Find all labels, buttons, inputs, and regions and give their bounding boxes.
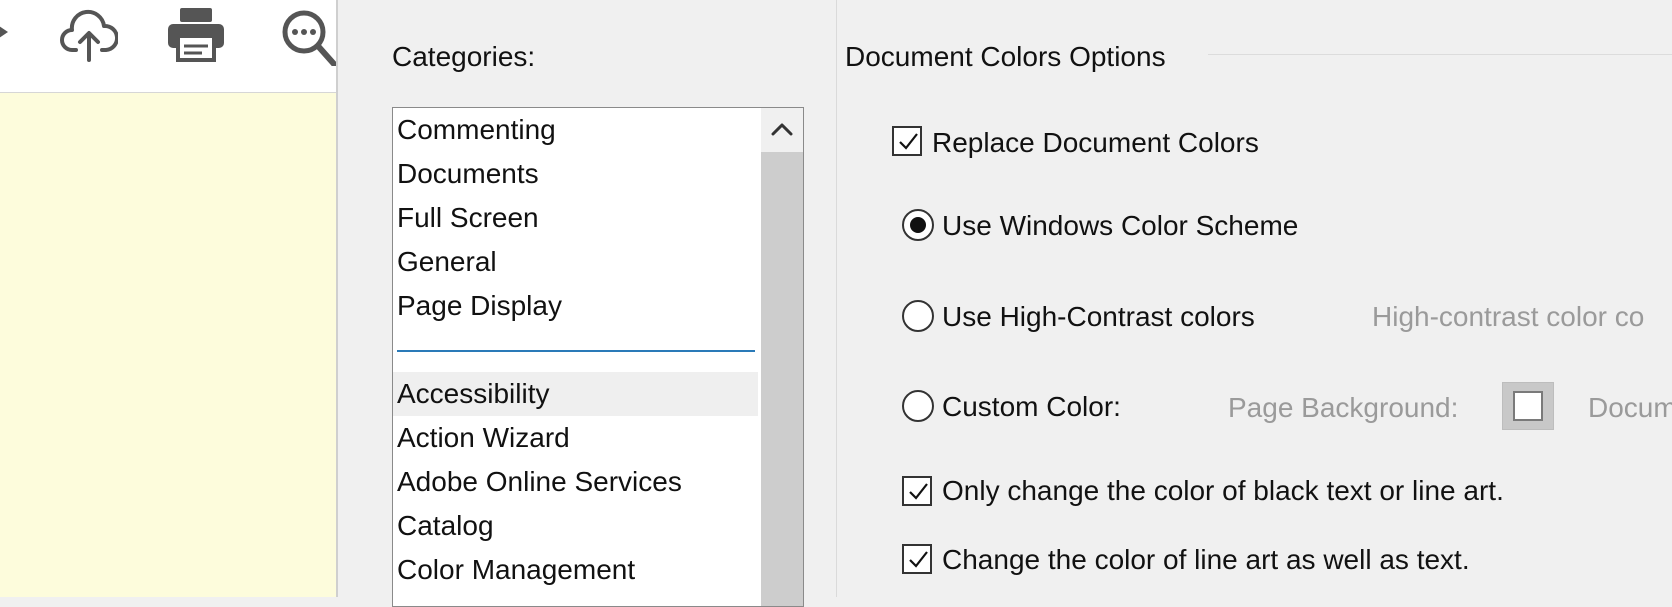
windows-color-scheme-radio[interactable] — [902, 209, 934, 241]
line-art-checkbox[interactable] — [902, 544, 932, 574]
check-icon — [909, 483, 928, 500]
windows-color-scheme-label[interactable]: Use Windows Color Scheme — [942, 209, 1298, 243]
high-contrast-colors-radio[interactable] — [902, 300, 934, 332]
document-text-label: Docum — [1588, 392, 1672, 423]
viewer-toolbar — [0, 0, 337, 93]
chevron-up-icon — [771, 123, 793, 136]
only-black-text-label[interactable]: Only change the color of black text or l… — [942, 474, 1504, 508]
document-viewer — [0, 0, 337, 597]
custom-color-radio[interactable] — [902, 390, 934, 422]
replace-document-colors-label[interactable]: Replace Document Colors — [932, 126, 1259, 160]
custom-color-label[interactable]: Custom Color: — [942, 390, 1121, 424]
page-background-label: Page Background: — [1228, 392, 1459, 423]
check-icon — [899, 133, 918, 150]
cloud-upload-icon[interactable] — [60, 6, 119, 69]
categories-label: Categories: — [392, 41, 536, 72]
color-swatch-inner — [1513, 391, 1543, 421]
categories-list[interactable]: Commenting Documents Full Screen General… — [392, 107, 804, 607]
category-page-display[interactable]: Page Display — [397, 284, 562, 328]
group-box-rule — [1208, 54, 1672, 55]
document-page[interactable] — [0, 93, 336, 597]
category-commenting[interactable]: Commenting — [397, 108, 556, 152]
dropdown-arrow-icon[interactable] — [0, 22, 10, 47]
scroll-up-button[interactable] — [761, 108, 803, 152]
category-action-wizard[interactable]: Action Wizard — [397, 416, 570, 460]
category-separator — [397, 350, 755, 352]
pane-divider — [836, 0, 837, 597]
categories-scrollbar[interactable] — [761, 108, 803, 606]
category-color-management[interactable]: Color Management — [397, 548, 635, 592]
zoom-search-icon[interactable] — [280, 6, 337, 71]
print-icon[interactable] — [166, 6, 226, 67]
category-general[interactable]: General — [397, 240, 497, 284]
category-catalog[interactable]: Catalog — [397, 504, 494, 548]
page-background-color-swatch[interactable] — [1502, 382, 1554, 430]
high-contrast-combo-label: High-contrast color co — [1372, 301, 1645, 332]
preferences-dialog: Categories: Commenting Documents Full Sc… — [338, 0, 1672, 607]
line-art-label[interactable]: Change the color of line art as well as … — [942, 543, 1470, 577]
document-colors-options-title: Document Colors Options — [845, 41, 1166, 72]
category-documents[interactable]: Documents — [397, 152, 539, 196]
category-full-screen[interactable]: Full Screen — [397, 196, 539, 240]
category-adobe-online-services[interactable]: Adobe Online Services — [397, 460, 682, 504]
radio-selected-dot — [910, 217, 926, 233]
check-icon — [909, 551, 928, 568]
only-black-text-checkbox[interactable] — [902, 476, 932, 506]
category-accessibility[interactable]: Accessibility — [397, 372, 549, 416]
high-contrast-colors-label[interactable]: Use High-Contrast colors — [942, 300, 1255, 334]
replace-document-colors-checkbox[interactable] — [892, 126, 922, 156]
